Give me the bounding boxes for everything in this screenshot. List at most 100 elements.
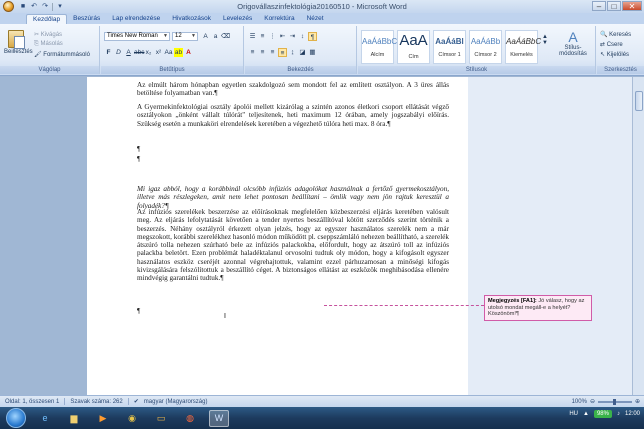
paragraph-question[interactable]: Mi igaz abból, hogy a korábbinál olcsóbb…	[137, 185, 449, 210]
line-spacing-icon[interactable]: ↨	[288, 48, 297, 57]
font-name-combo[interactable]: Times New Roman ▼	[104, 32, 170, 41]
save-icon[interactable]: ■	[19, 3, 27, 11]
paragraph-empty-2[interactable]: ¶	[137, 155, 449, 163]
paragraph-group: ☰ ≡ ⋮ ⇤ ⇥ ↕ ¶ ≡ ≡ ≡ ≡ ↨ ◪ ▦ Bekezdés	[245, 26, 357, 74]
clock[interactable]: 12:00	[625, 411, 640, 417]
proofing-icon[interactable]: ✔	[128, 398, 139, 405]
media-player-icon[interactable]: ▶	[93, 410, 113, 427]
language-indicator[interactable]: magyar (Magyarország)	[144, 399, 208, 405]
scrollbar-thumb[interactable]	[635, 91, 643, 111]
tab-page-layout[interactable]: Lap elrendezése	[106, 14, 166, 24]
tab-insert[interactable]: Beszúrás	[67, 14, 106, 24]
multilevel-list-icon[interactable]: ⋮	[268, 32, 277, 41]
volume-icon[interactable]: ♪	[617, 411, 620, 417]
subscript-icon[interactable]: x₂	[144, 48, 153, 57]
format-painter-label: Formátummásoló	[43, 52, 90, 58]
close-button[interactable]: ✕	[622, 1, 642, 11]
minimize-button[interactable]: –	[592, 1, 606, 11]
borders-icon[interactable]: ▦	[308, 48, 317, 57]
start-button[interactable]	[6, 408, 26, 428]
style-sample: AaÁáBbC	[362, 37, 398, 46]
style-heading-1[interactable]: AaÁáBl Címsor 1	[433, 30, 466, 64]
highlight-icon[interactable]: ab	[174, 48, 183, 57]
word-count[interactable]: Szavak száma: 262	[64, 398, 122, 405]
customize-qat-icon[interactable]: ▾	[56, 3, 64, 11]
paragraph-empty-3[interactable]: ¶	[137, 307, 449, 315]
paragraph-2[interactable]: A Gyermekinfektológiai osztály ápolói me…	[137, 103, 449, 128]
office-button[interactable]	[3, 1, 14, 12]
clipboard-group-label: Vágólap	[0, 66, 99, 74]
paragraph-1[interactable]: Az elmúlt három hónapban egyetlen szakdo…	[137, 81, 449, 98]
file-explorer-icon[interactable]: ▆	[64, 410, 84, 427]
change-case-icon[interactable]: Aa	[164, 48, 173, 57]
superscript-icon[interactable]: x²	[154, 48, 163, 57]
font-color-icon[interactable]: A	[184, 48, 193, 57]
zoom-in-icon[interactable]: ⊕	[635, 398, 640, 405]
firefox-icon[interactable]: ◍	[180, 410, 200, 427]
paste-button[interactable]: Beillesztés	[4, 30, 33, 55]
justify-icon[interactable]: ≡	[278, 48, 287, 57]
show-marks-icon[interactable]: ¶	[308, 32, 317, 41]
tab-mailings[interactable]: Levelezés	[217, 14, 258, 24]
numbering-icon[interactable]: ≡	[258, 32, 267, 41]
ribbon: Beillesztés ✂ Kivágás ⎘ Másolás 🖌 Formát…	[0, 24, 644, 76]
select-button[interactable]: ↖ Kijelölés	[600, 51, 629, 58]
cut-button[interactable]: ✂ Kivágás	[34, 31, 62, 38]
replace-button[interactable]: ⇄ Csere	[600, 41, 623, 48]
shrink-font-icon[interactable]: a	[211, 32, 220, 41]
word-taskbar-icon[interactable]: W	[209, 409, 229, 427]
folder-icon[interactable]: ▭	[151, 410, 171, 427]
format-painter-button[interactable]: 🖌 Formátummásoló	[34, 51, 90, 58]
paragraph-empty-1[interactable]: ¶	[137, 145, 449, 153]
comment-balloon[interactable]: Megjegyzés [FA1]: Jó válasz, hogy az uto…	[484, 295, 592, 321]
ribbon-tabs: Kezdőlap Beszúrás Lap elrendezése Hivatk…	[0, 13, 644, 24]
tab-references[interactable]: Hivatkozások	[166, 14, 217, 24]
paragraph-answer[interactable]: Az infúziós szerelékek beszerzése az elő…	[137, 208, 449, 283]
battery-indicator[interactable]: 98%	[593, 410, 612, 418]
shading-icon[interactable]: ◪	[298, 48, 307, 57]
style-sample: AaÁáBl	[435, 37, 464, 46]
styles-scroll[interactable]: ▲ ▼	[542, 34, 548, 46]
decrease-indent-icon[interactable]: ⇤	[278, 32, 287, 41]
comment-author: Megjegyzés [FA1]:	[488, 298, 537, 304]
internet-explorer-icon[interactable]: e	[35, 410, 55, 427]
tab-view[interactable]: Nézet	[301, 14, 330, 24]
increase-indent-icon[interactable]: ⇥	[288, 32, 297, 41]
redo-icon[interactable]: ↷	[41, 3, 49, 11]
paragraph-group-label: Bekezdés	[245, 66, 356, 74]
tab-review[interactable]: Korrektúra	[258, 14, 300, 24]
italic-icon[interactable]: D	[114, 48, 123, 57]
bold-icon[interactable]: F	[104, 48, 113, 57]
zoom-level[interactable]: 100%	[572, 399, 587, 405]
style-title[interactable]: AaA Cím	[397, 30, 430, 64]
strikethrough-icon[interactable]: abc	[134, 48, 144, 57]
tab-home[interactable]: Kezdőlap	[26, 14, 68, 24]
style-subtitle[interactable]: AaÁáBbC Alcím	[361, 30, 398, 64]
window-controls: – □ ✕	[592, 1, 642, 11]
zoom-out-icon[interactable]: ⊖	[590, 398, 595, 405]
underline-icon[interactable]: A	[124, 48, 133, 57]
copy-button[interactable]: ⎘ Másolás	[34, 41, 63, 48]
align-right-icon[interactable]: ≡	[268, 48, 277, 57]
change-styles-button[interactable]: A Stílus-módosítás	[554, 29, 592, 57]
align-center-icon[interactable]: ≡	[258, 48, 267, 57]
grow-font-icon[interactable]: A	[201, 32, 210, 41]
bullets-icon[interactable]: ☰	[248, 32, 257, 41]
style-emphasis[interactable]: AaÁáBbC Kiemelés	[505, 30, 541, 64]
maximize-button[interactable]: □	[607, 1, 621, 11]
vertical-scrollbar[interactable]	[632, 77, 644, 395]
font-size-combo[interactable]: 12 ▼	[172, 32, 198, 41]
style-heading-2[interactable]: AaÁáBb Címsor 2	[469, 30, 502, 64]
align-left-icon[interactable]: ≡	[248, 48, 257, 57]
sort-icon[interactable]: ↕	[298, 32, 307, 41]
zoom-slider[interactable]	[597, 398, 632, 405]
clear-format-icon[interactable]: ⌫	[221, 32, 230, 41]
find-button[interactable]: 🔍 Keresés	[600, 31, 631, 38]
language-indicator-tray[interactable]: HU	[569, 411, 578, 417]
chrome-icon[interactable]: ◉	[122, 410, 142, 427]
undo-icon[interactable]: ↶	[30, 3, 38, 11]
page-count[interactable]: Oldal: 1, összesen 1	[5, 399, 59, 405]
document-page[interactable]: Az elmúlt három hónapban egyetlen szakdo…	[87, 77, 468, 395]
copy-label: Másolás	[40, 41, 63, 47]
network-icon[interactable]: ▲	[583, 411, 589, 417]
